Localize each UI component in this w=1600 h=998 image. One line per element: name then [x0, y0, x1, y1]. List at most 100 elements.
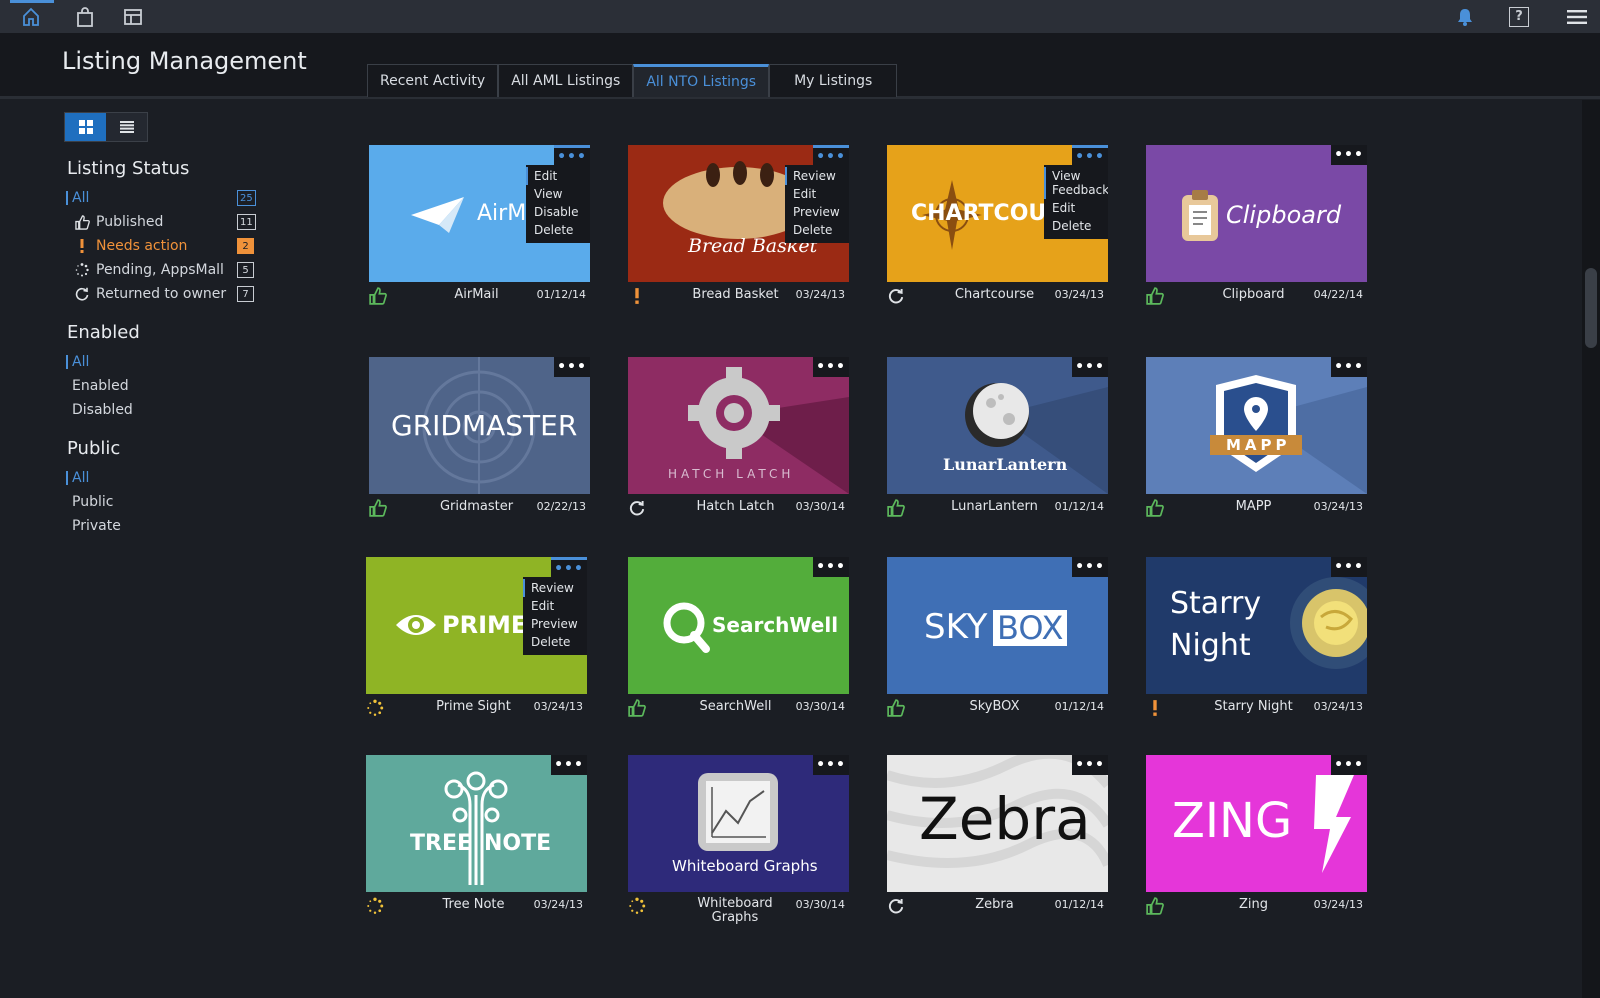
listing-thumbnail[interactable]: SearchWell •••	[628, 557, 849, 694]
more-options-button[interactable]: •••	[554, 145, 590, 165]
page-scrollbar[interactable]	[1582, 100, 1600, 998]
listing-card-airmail[interactable]: AirMa ••• Edit View Disable Delete AirMa…	[369, 145, 590, 315]
bell-icon[interactable]	[1450, 0, 1480, 33]
listing-card-bread-basket[interactable]: Bread Basket ••• Review Edit Preview Del…	[628, 145, 849, 315]
status-filter-published[interactable]: Published 11	[64, 210, 264, 234]
listing-name[interactable]: Chartcourse	[927, 287, 1062, 302]
listing-thumbnail[interactable]: Zebra •••	[887, 755, 1108, 892]
listing-thumbnail[interactable]: LunarLantern •••	[887, 357, 1108, 494]
listing-card-lunarlantern[interactable]: LunarLantern ••• LunarLantern 01/12/14	[887, 357, 1108, 527]
listing-card-prime-sight[interactable]: PRIMESI ••• Review Edit Preview Delete P…	[366, 557, 587, 727]
listing-card-searchwell[interactable]: SearchWell ••• SearchWell 03/30/14	[628, 557, 849, 727]
more-options-button[interactable]: •••	[813, 557, 849, 577]
listing-thumbnail[interactable]: Bread Basket ••• Review Edit Preview Del…	[628, 145, 849, 282]
menu-item-edit[interactable]: Edit	[526, 167, 590, 185]
tab-recent-activity[interactable]: Recent Activity	[367, 64, 499, 97]
menu-item-delete[interactable]: Delete	[1044, 217, 1108, 235]
help-icon[interactable]: ?	[1504, 0, 1534, 33]
listing-thumbnail[interactable]: Clipboard •••	[1146, 145, 1367, 282]
grid-view-icon[interactable]	[65, 113, 106, 141]
more-options-button[interactable]: •••	[1331, 755, 1367, 775]
menu-item-delete[interactable]: Delete	[526, 221, 590, 239]
listing-card-hatch-latch[interactable]: HATCH LATCH ••• Hatch Latch 03/30/14	[628, 357, 849, 527]
listing-thumbnail[interactable]: MAPP •••	[1146, 357, 1367, 494]
listing-thumbnail[interactable]: Whiteboard Graphs •••	[628, 755, 849, 892]
scrollbar-thumb[interactable]	[1585, 268, 1597, 348]
listing-card-chartcourse[interactable]: CHARTCOU ••• View Feedback Edit Delete C…	[887, 145, 1108, 315]
layout-icon[interactable]	[118, 0, 148, 33]
public-filter-private[interactable]: Private	[64, 514, 264, 538]
tab-all-aml-listings[interactable]: All AML Listings	[498, 64, 634, 97]
status-filter-needs-action[interactable]: Needs action 2	[64, 234, 264, 258]
tab-my-listings[interactable]: My Listings	[769, 64, 898, 97]
more-options-button[interactable]: •••	[554, 357, 590, 377]
listing-card-zebra[interactable]: Zebra ••• Zebra 01/12/14	[887, 755, 1108, 925]
menu-item-view[interactable]: View	[526, 185, 590, 203]
home-icon[interactable]	[16, 0, 46, 33]
more-options-button[interactable]: •••	[1072, 755, 1108, 775]
status-filter-all[interactable]: All 25	[64, 186, 264, 210]
more-options-button[interactable]: •••	[1072, 557, 1108, 577]
listing-card-starry-night[interactable]: Starry Night ••• Starry Night 03/24/13	[1146, 557, 1367, 727]
more-options-button[interactable]: •••	[813, 145, 849, 165]
listing-name[interactable]: Whiteboard Graphs	[690, 897, 780, 925]
listing-name[interactable]: SkyBOX	[927, 699, 1062, 714]
public-filter-public[interactable]: Public	[64, 490, 264, 514]
listing-name[interactable]: SearchWell	[668, 699, 803, 714]
more-options-button[interactable]: •••	[813, 755, 849, 775]
menu-item-delete[interactable]: Delete	[785, 221, 849, 239]
enabled-filter-disabled[interactable]: Disabled	[64, 398, 264, 422]
menu-item-edit[interactable]: Edit	[785, 185, 849, 203]
listing-card-mapp[interactable]: MAPP ••• MAPP 03/24/13	[1146, 357, 1367, 527]
listing-thumbnail[interactable]: Starry Night •••	[1146, 557, 1367, 694]
menu-item-edit[interactable]: Edit	[1044, 199, 1108, 217]
listing-thumbnail[interactable]: TREE NOTE •••	[366, 755, 587, 892]
listing-thumbnail[interactable]: HATCH LATCH •••	[628, 357, 849, 494]
listing-thumbnail[interactable]: PRIMESI ••• Review Edit Preview Delete	[366, 557, 587, 694]
menu-item-view-feedback[interactable]: View Feedback	[1044, 167, 1108, 199]
more-options-button[interactable]: •••	[1331, 557, 1367, 577]
menu-item-disable[interactable]: Disable	[526, 203, 590, 221]
menu-item-review[interactable]: Review	[785, 167, 849, 185]
more-options-button[interactable]: •••	[551, 755, 587, 775]
listing-thumbnail[interactable]: AirMa ••• Edit View Disable Delete	[369, 145, 590, 282]
more-options-button[interactable]: •••	[1072, 357, 1108, 377]
listing-thumbnail[interactable]: ZING •••	[1146, 755, 1367, 892]
menu-item-delete[interactable]: Delete	[523, 633, 587, 651]
listing-name[interactable]: Tree Note	[406, 897, 541, 912]
listing-card-clipboard[interactable]: Clipboard ••• Clipboard 04/22/14	[1146, 145, 1367, 315]
more-options-button[interactable]: •••	[1072, 145, 1108, 165]
listing-name[interactable]: Starry Night	[1186, 699, 1321, 714]
menu-item-review[interactable]: Review	[523, 579, 587, 597]
more-options-button[interactable]: •••	[813, 357, 849, 377]
listing-thumbnail[interactable]: CHARTCOU ••• View Feedback Edit Delete	[887, 145, 1108, 282]
more-options-button[interactable]: •••	[1331, 145, 1367, 165]
listing-name[interactable]: Bread Basket	[668, 287, 803, 302]
listing-card-whiteboard-graphs[interactable]: Whiteboard Graphs ••• Whiteboard Graphs …	[628, 755, 849, 925]
list-view-icon[interactable]	[106, 113, 147, 141]
enabled-filter-all[interactable]: All	[64, 350, 264, 374]
more-options-button[interactable]: •••	[1331, 357, 1367, 377]
tab-all-nto-listings[interactable]: All NTO Listings	[633, 64, 770, 97]
listing-card-tree-note[interactable]: TREE NOTE ••• Tree Note 03/24/13	[366, 755, 587, 925]
status-filter-pending[interactable]: Pending, AppsMall 5	[64, 258, 264, 282]
status-filter-returned[interactable]: Returned to owner 7	[64, 282, 264, 306]
listing-name[interactable]: Gridmaster	[409, 499, 544, 514]
listing-card-gridmaster[interactable]: GRIDMASTER ••• Gridmaster 02/22/13	[369, 357, 590, 527]
listing-name[interactable]: AirMail	[409, 287, 544, 302]
menu-item-edit[interactable]: Edit	[523, 597, 587, 615]
listing-card-zing[interactable]: ZING ••• Zing 03/24/13	[1146, 755, 1367, 925]
more-options-button[interactable]: •••	[551, 557, 587, 577]
listing-name[interactable]: Clipboard	[1186, 287, 1321, 302]
listing-name[interactable]: Prime Sight	[406, 699, 541, 714]
listing-name[interactable]: Zing	[1186, 897, 1321, 912]
public-filter-all[interactable]: All	[64, 466, 264, 490]
listing-name[interactable]: LunarLantern	[927, 499, 1062, 514]
listing-name[interactable]: Hatch Latch	[668, 499, 803, 514]
bag-icon[interactable]	[70, 0, 100, 33]
listing-name[interactable]: MAPP	[1186, 499, 1321, 514]
menu-item-preview[interactable]: Preview	[785, 203, 849, 221]
listing-name[interactable]: Zebra	[927, 897, 1062, 912]
menu-item-preview[interactable]: Preview	[523, 615, 587, 633]
menu-icon[interactable]	[1560, 0, 1594, 33]
